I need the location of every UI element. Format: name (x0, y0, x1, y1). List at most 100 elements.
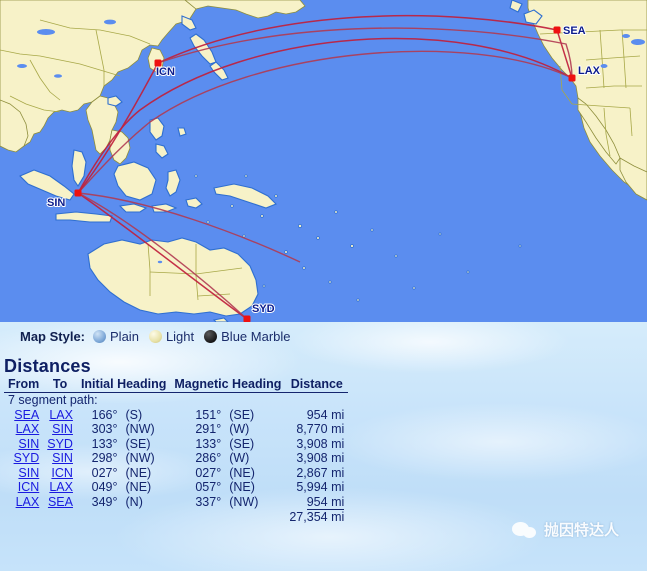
map-pin-icon (568, 74, 576, 82)
cell-from[interactable]: SYD (4, 451, 43, 466)
cell-magnetic-heading: 027° (195, 465, 222, 480)
cell-from[interactable]: LAX (4, 495, 43, 511)
cell-to[interactable]: SIN (43, 422, 77, 437)
cell-to-link[interactable]: LAX (49, 480, 73, 494)
total-distance: 27,354 mi (289, 510, 345, 524)
cell-from-link[interactable]: ICN (18, 480, 40, 494)
cell-from-link[interactable]: SIN (18, 437, 39, 451)
column-header-distance: Distance (285, 378, 349, 393)
map-style-option-plain-label: Plain (110, 328, 139, 344)
table-row: SEA LAX 166° (S) 151° (SE) 954 mi (4, 408, 348, 423)
cell-initial-heading: 303° (91, 422, 118, 436)
cell-magnetic-direction: (W) (229, 422, 250, 436)
cell-magnetic-direction: (SE) (229, 436, 255, 451)
cell-distance: 2,867 mi (296, 465, 345, 480)
cell-from-link[interactable]: SIN (18, 466, 39, 480)
total-spacer (4, 510, 285, 525)
map-style-option-plain[interactable]: Plain (93, 329, 139, 344)
map-style-option-blue-marble-label: Blue Marble (221, 328, 291, 344)
distances-table: From To Initial Heading Magnetic Heading… (4, 377, 349, 525)
cell-distance-value: 954 mi (306, 494, 345, 510)
cell-to-link[interactable]: ICN (51, 466, 73, 480)
cell-magnetic-heading: 151° (195, 407, 222, 422)
globe-marble-icon (204, 329, 218, 343)
cell-magnetic-heading: 286° (195, 451, 222, 465)
table-row: LAX SEA 349° (N) 337° (NW) 954 mi (4, 494, 348, 511)
cell-magnetic-direction: (W) (229, 451, 250, 465)
cell-initial-heading: 133° (91, 436, 118, 451)
map-pin-icon (553, 26, 561, 34)
cell-from-link[interactable]: SYD (14, 451, 40, 465)
cell-from-link[interactable]: SEA (14, 408, 39, 422)
map-pin-icon (243, 315, 251, 322)
cell-to-link[interactable]: SEA (48, 495, 73, 509)
cell-from[interactable]: SEA (4, 408, 43, 423)
cell-from[interactable]: SIN (4, 437, 43, 452)
cell-distance: 3,908 mi (296, 436, 345, 451)
cell-to-link[interactable]: SIN (52, 451, 73, 465)
map-style-option-light[interactable]: Light (148, 328, 195, 344)
cell-initial-direction: (NW) (125, 451, 155, 465)
cell-initial-direction: (NW) (125, 422, 155, 436)
cell-from[interactable]: ICN (4, 480, 43, 495)
table-row: SIN ICN 027° (NE) 027° (NE) 2,867 mi (4, 466, 348, 481)
column-header-initial-heading: Initial Heading (76, 377, 171, 393)
cell-magnetic-heading: 291° (195, 422, 222, 436)
airport-label-syd: SYD (252, 303, 275, 315)
cell-distance: 5,994 mi (296, 480, 345, 494)
cell-to-link[interactable]: LAX (49, 408, 73, 422)
cell-to[interactable]: SIN (43, 451, 77, 466)
cell-magnetic-heading: 133° (195, 436, 222, 451)
map-style-bar: Map Style: Plain Light Blue Marble (0, 324, 647, 348)
watermark-text: 抛因特达人 (544, 522, 620, 539)
globe-plain-icon (93, 329, 107, 343)
cell-from[interactable]: LAX (4, 422, 43, 437)
table-header-row: From To Initial Heading Magnetic Heading… (4, 377, 349, 393)
total-row: 27,354 mi (4, 510, 348, 525)
cell-initial-direction: (N) (125, 495, 143, 509)
table-row: SYD SIN 298° (NW) 286° (W) 3,908 mi (4, 451, 348, 466)
cell-magnetic-direction: (NE) (229, 465, 255, 480)
column-header-magnetic-heading: Magnetic Heading (170, 377, 286, 393)
airport-label-sea: SEA (563, 25, 586, 37)
map-pin-icon (74, 189, 82, 197)
cell-initial-direction: (SE) (125, 436, 151, 451)
airport-label-lax: LAX (578, 65, 601, 77)
cell-initial-heading: 349° (91, 495, 118, 509)
airport-label-sin: SIN (47, 197, 65, 209)
cell-initial-direction: (S) (125, 407, 143, 422)
great-circle-map[interactable]: SEA LAX ICN SIN SYD (0, 0, 647, 322)
cell-to[interactable]: LAX (43, 408, 77, 423)
globe-light-icon (148, 329, 162, 343)
map-style-option-light-label: Light (165, 328, 195, 344)
cell-to[interactable]: LAX (43, 480, 77, 495)
cell-to-link[interactable]: SYD (47, 437, 73, 451)
segment-note: 7 segment path: (8, 393, 98, 407)
cell-distance: 8,770 mi (296, 422, 345, 436)
cell-initial-heading: 166° (91, 407, 118, 422)
cell-magnetic-direction: (NW) (229, 495, 259, 509)
table-row: ICN LAX 049° (NE) 057° (NE) 5,994 mi (4, 480, 348, 495)
cell-from[interactable]: SIN (4, 466, 43, 481)
cell-initial-heading: 027° (91, 465, 118, 480)
cell-to[interactable]: SEA (43, 495, 77, 511)
watermark: 抛因特达人 (512, 519, 619, 540)
column-header-to: To (43, 378, 77, 393)
cell-initial-direction: (NE) (125, 465, 152, 480)
cell-initial-heading: 298° (91, 451, 118, 465)
distances-heading: Distances (4, 356, 91, 376)
segment-note-row: 7 segment path: (4, 393, 348, 408)
wechat-icon (512, 520, 538, 540)
airport-label-icn: ICN (156, 66, 175, 78)
cell-from-link[interactable]: LAX (16, 495, 40, 509)
map-style-option-blue-marble[interactable]: Blue Marble (204, 328, 291, 344)
table-row: LAX SIN 303° (NW) 291° (W) 8,770 mi (4, 422, 348, 437)
table-row: SIN SYD 133° (SE) 133° (SE) 3,908 mi (4, 437, 348, 452)
cell-to[interactable]: ICN (43, 466, 77, 481)
cell-to-link[interactable]: SIN (52, 422, 73, 436)
cell-to[interactable]: SYD (43, 437, 77, 452)
column-header-magnetic-heading-text: Magnetic Heading (174, 377, 282, 391)
cell-distance: 3,908 mi (296, 451, 345, 465)
column-header-initial-heading-text: Initial Heading (80, 377, 167, 391)
cell-from-link[interactable]: LAX (16, 422, 40, 436)
